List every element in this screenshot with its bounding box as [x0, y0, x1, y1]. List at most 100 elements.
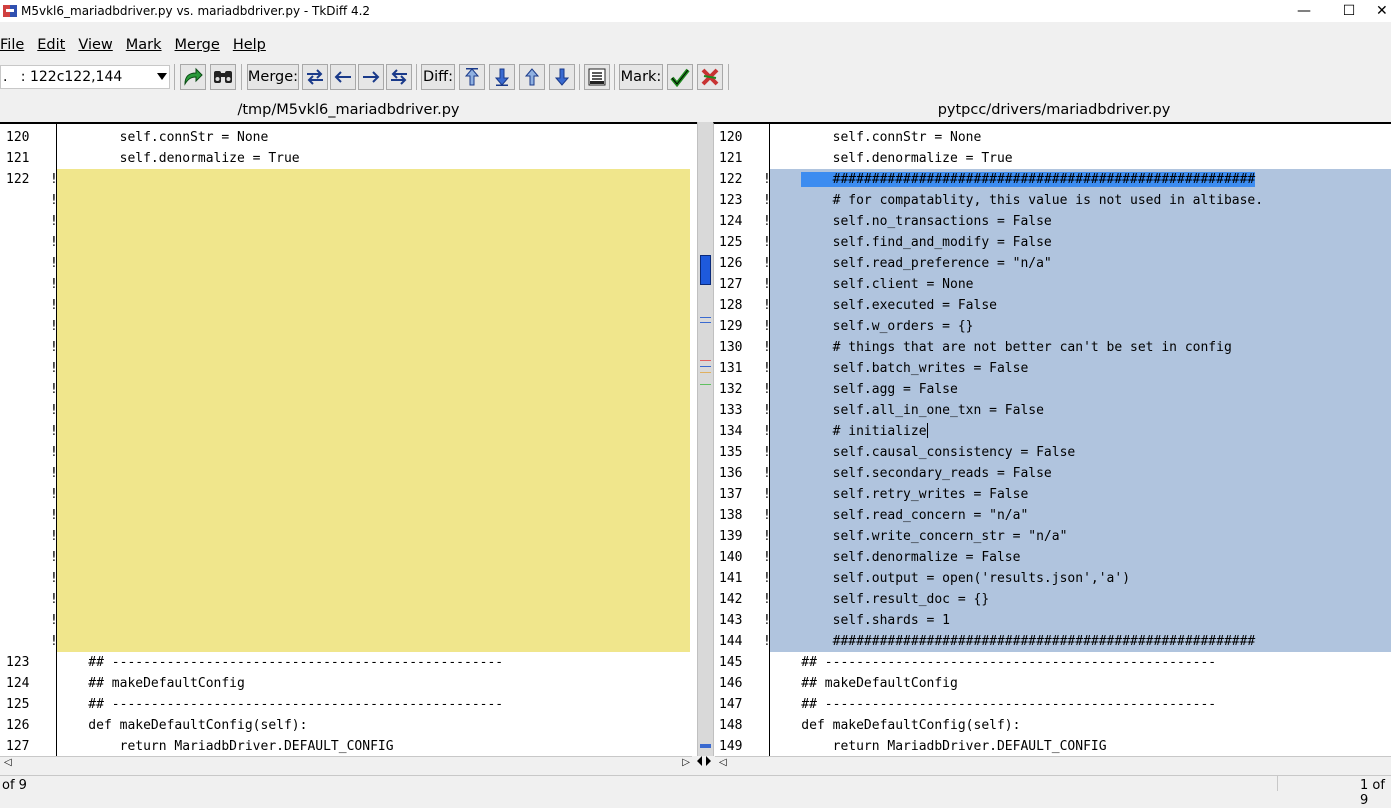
code-line[interactable]: def makeDefaultConfig(self): — [56, 715, 690, 736]
code-line[interactable] — [56, 442, 690, 463]
code-line[interactable]: return MariadbDriver.DEFAULT_CONFIG — [769, 736, 1391, 756]
merge-choose-right-left-button[interactable] — [386, 64, 412, 90]
code-line[interactable]: self.all_in_one_txn = False — [769, 400, 1391, 421]
code-line[interactable]: self.connStr = None — [769, 127, 1391, 148]
code-line[interactable]: def makeDefaultConfig(self): — [769, 715, 1391, 736]
code-line[interactable] — [56, 547, 690, 568]
code-line[interactable]: # for compatablity, this value is not us… — [769, 190, 1391, 211]
code-line[interactable]: # things that are not better can't be se… — [769, 337, 1391, 358]
diff-select-combobox[interactable]: . : 122c122,144 — [0, 65, 170, 89]
code-line[interactable]: ########################################… — [769, 631, 1391, 652]
code-line[interactable] — [56, 505, 690, 526]
code-line[interactable] — [56, 400, 690, 421]
merge-choose-left-right-button[interactable] — [302, 64, 328, 90]
code-line[interactable] — [56, 484, 690, 505]
code-line[interactable]: self.shards = 1 — [769, 610, 1391, 631]
code-line[interactable]: self.retry_writes = False — [769, 484, 1391, 505]
code-line[interactable] — [56, 358, 690, 379]
code-line[interactable] — [56, 232, 690, 253]
code-line[interactable] — [56, 253, 690, 274]
code-line[interactable]: self.client = None — [769, 274, 1391, 295]
minimize-icon[interactable]: — — [1281, 0, 1327, 22]
code-line[interactable] — [56, 568, 690, 589]
mark-diff-button[interactable] — [667, 64, 693, 90]
code-line[interactable] — [56, 337, 690, 358]
left-horizontal-scrollbar[interactable]: ◁ ▷ — [0, 756, 692, 768]
code-line[interactable]: self.write_concern_str = "n/a" — [769, 526, 1391, 547]
code-line[interactable] — [56, 190, 690, 211]
code-line[interactable]: self.read_concern = "n/a" — [769, 505, 1391, 526]
code-line[interactable] — [56, 463, 690, 484]
code-line[interactable] — [56, 610, 690, 631]
code-line[interactable]: ## -------------------------------------… — [769, 652, 1391, 673]
scroll-left-icon[interactable]: ◁ — [4, 757, 12, 768]
code-line[interactable] — [56, 589, 690, 610]
right-diff-pane[interactable]: 120 121 122! 123! 124! 125! 126! 127! 128! 129! 13… — [713, 122, 1391, 756]
code-line[interactable]: ## -------------------------------------… — [56, 652, 690, 673]
code-line[interactable]: self.executed = False — [769, 295, 1391, 316]
menu-mark[interactable]: Mark — [126, 37, 162, 53]
maximize-icon[interactable]: ☐ — [1326, 0, 1372, 22]
clear-mark-button[interactable] — [697, 64, 723, 90]
code-line[interactable] — [56, 274, 690, 295]
merge-choose-right-icon — [363, 71, 380, 83]
menu-view[interactable]: View — [78, 37, 112, 53]
search-button[interactable] — [210, 64, 236, 90]
code-line[interactable]: ## -------------------------------------… — [769, 694, 1391, 715]
code-line[interactable]: self.denormalize = False — [769, 547, 1391, 568]
pane-splitter-handle[interactable] — [695, 754, 713, 768]
rediff-button[interactable] — [180, 64, 206, 90]
menu-merge[interactable]: Merge — [175, 37, 220, 53]
code-line[interactable]: self.denormalize = True — [769, 148, 1391, 169]
code-line[interactable] — [56, 295, 690, 316]
first-diff-button[interactable] — [459, 64, 485, 90]
left-text-area[interactable]: self.connStr = None self.denormalize = T… — [56, 124, 690, 756]
right-text-area[interactable]: self.connStr = None self.denormalize = T… — [769, 124, 1391, 756]
code-line[interactable]: self.w_orders = {} — [769, 316, 1391, 337]
code-line[interactable] — [56, 379, 690, 400]
code-line[interactable]: ## makeDefaultConfig — [56, 673, 690, 694]
code-line[interactable]: self.secondary_reads = False — [769, 463, 1391, 484]
scroll-right-icon[interactable]: ▷ — [682, 757, 690, 768]
code-line[interactable] — [56, 211, 690, 232]
prev-diff-icon — [524, 68, 540, 86]
code-line[interactable] — [56, 421, 690, 442]
code-line[interactable]: ########################################… — [769, 169, 1391, 190]
left-diff-pane[interactable]: 120 121 122!!!!!!!!!!!!!!!!!!!!!!! 123 124 12… — [0, 122, 697, 756]
code-line[interactable]: # initialize — [769, 421, 1391, 442]
code-line[interactable]: ## makeDefaultConfig — [769, 673, 1391, 694]
diff-map-scrollbar[interactable] — [697, 122, 713, 756]
code-line[interactable]: self.read_preference = "n/a" — [769, 253, 1391, 274]
diff-map-thumb[interactable] — [700, 255, 711, 285]
code-line[interactable]: self.find_and_modify = False — [769, 232, 1391, 253]
code-line[interactable]: self.connStr = None — [56, 127, 690, 148]
next-diff-button[interactable] — [489, 64, 515, 90]
code-line[interactable]: self.result_doc = {} — [769, 589, 1391, 610]
code-line[interactable] — [56, 316, 690, 337]
code-line[interactable]: self.batch_writes = False — [769, 358, 1391, 379]
merge-choose-right-button[interactable] — [358, 64, 384, 90]
line-number-row: 130! — [719, 337, 771, 358]
chevron-down-icon[interactable] — [157, 73, 167, 80]
scroll-left-icon[interactable]: ◁ — [719, 757, 727, 768]
center-current-diff-button[interactable] — [584, 64, 610, 90]
selected-text[interactable]: ########################################… — [801, 172, 1256, 187]
menu-file[interactable]: File — [0, 37, 24, 53]
code-line[interactable]: self.output = open('results.json','a') — [769, 568, 1391, 589]
code-line[interactable]: ## -------------------------------------… — [56, 694, 690, 715]
close-icon[interactable]: ✕ — [1372, 0, 1391, 22]
menu-edit[interactable]: Edit — [37, 37, 65, 53]
code-line[interactable]: self.agg = False — [769, 379, 1391, 400]
code-line[interactable] — [56, 526, 690, 547]
last-diff-button[interactable] — [549, 64, 575, 90]
merge-choose-left-button[interactable] — [330, 64, 356, 90]
code-line[interactable] — [56, 631, 690, 652]
code-line[interactable] — [56, 169, 690, 190]
right-horizontal-scrollbar[interactable]: ◁ — [715, 756, 1391, 768]
menu-help[interactable]: Help — [233, 37, 266, 53]
code-line[interactable]: self.no_transactions = False — [769, 211, 1391, 232]
prev-diff-button[interactable] — [519, 64, 545, 90]
code-line[interactable]: self.causal_consistency = False — [769, 442, 1391, 463]
code-line[interactable]: return MariadbDriver.DEFAULT_CONFIG — [56, 736, 690, 756]
code-line[interactable]: self.denormalize = True — [56, 148, 690, 169]
